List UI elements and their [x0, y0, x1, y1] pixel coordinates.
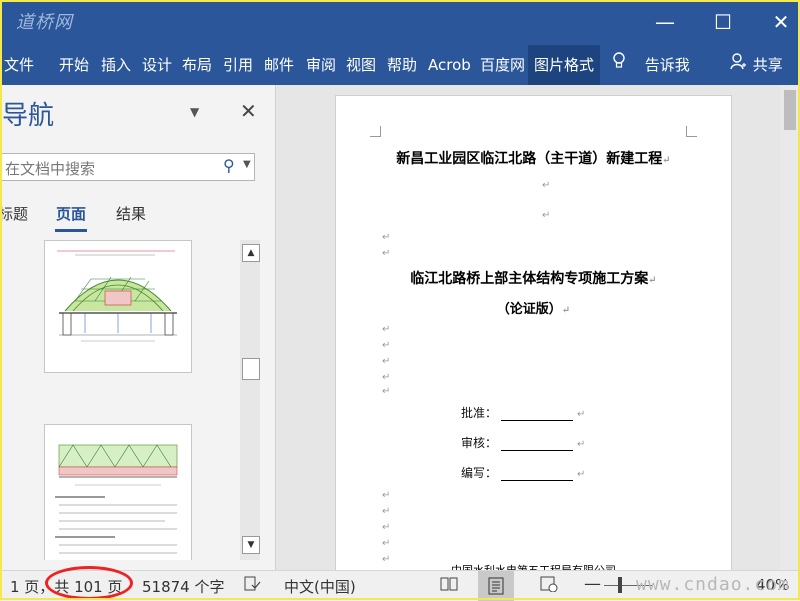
paragraph-mark: ↵	[542, 180, 551, 191]
tab-home[interactable]: 开始	[59, 45, 89, 85]
tab-layout[interactable]: 布局	[182, 45, 212, 85]
minimize-button[interactable]: —	[648, 8, 682, 36]
tab-insert[interactable]: 插入	[101, 45, 131, 85]
watermark-logo: 道桥网	[16, 12, 73, 33]
nav-tab-results[interactable]: 结果	[116, 203, 146, 224]
scroll-down-button[interactable]: ▼	[242, 536, 260, 554]
footer-watermark: www.cndao.com	[636, 574, 790, 595]
paragraph-mark: ↵	[382, 538, 391, 549]
document-title: 临江北路桥上部主体结构专项施工方案↵	[410, 271, 657, 287]
paragraph-mark: ↵	[382, 340, 391, 351]
tab-file[interactable]: 文件	[4, 45, 34, 85]
web-layout-icon[interactable]	[540, 576, 558, 596]
title-bar: 道桥网 — ☐ ✕	[0, 0, 800, 45]
tab-design[interactable]: 设计	[142, 45, 172, 85]
scroll-up-button[interactable]: ▲	[242, 244, 260, 262]
thumbnail-scrollbar[interactable]: ▲ ▼	[240, 240, 260, 560]
document-page[interactable]: 新昌工业园区临江北路（主干道）新建工程↵ ↵ ↵ ↵ ↵ 临江北路桥上部主体结构…	[335, 95, 732, 572]
paragraph-mark: ↵	[382, 356, 391, 367]
nav-options-dropdown[interactable]: ▼	[190, 105, 199, 119]
tab-baidu[interactable]: 百度网	[480, 45, 525, 85]
share-label: 共享	[752, 56, 783, 74]
paragraph-mark: ↵	[382, 490, 391, 501]
project-name: 新昌工业园区临江北路（主干道）新建工程↵	[396, 151, 671, 167]
author-field: 编写： ↵	[461, 466, 586, 481]
read-mode-icon[interactable]	[440, 576, 458, 596]
approve-field: 批准： ↵	[461, 406, 586, 421]
review-field: 审核： ↵	[461, 436, 586, 451]
paragraph-mark: ↵	[382, 506, 391, 517]
page-thumbnail[interactable]	[44, 240, 192, 373]
print-layout-button[interactable]	[478, 571, 514, 601]
zoom-slider-thumb[interactable]	[618, 577, 622, 593]
page-thumbnails: 35	[0, 240, 240, 560]
tell-me-button[interactable]: 告诉我	[612, 45, 690, 85]
maximize-button[interactable]: ☐	[706, 8, 740, 36]
chevron-down-icon[interactable]: ▼	[243, 159, 251, 170]
ribbon-tabs: 文件 开始 插入 设计 布局 引用 邮件 审阅 视图 帮助 Acrob 百度网 …	[0, 45, 800, 85]
margin-corner-mark	[686, 126, 697, 137]
nav-close-button[interactable]: ✕	[240, 99, 257, 123]
document-subtitle: （论证版）↵	[496, 302, 571, 317]
paragraph-mark: ↵	[382, 522, 391, 533]
navigation-pane: 导航 ▼ ✕ 在文档中搜索 ⚲ ▼ 标题 页面 结果 ▲ ▼	[0, 85, 276, 570]
paragraph-mark: ↵	[382, 386, 391, 397]
paragraph-mark: ↵	[382, 372, 391, 383]
tab-review[interactable]: 审阅	[306, 45, 336, 85]
proofing-icon[interactable]	[244, 576, 262, 596]
margin-corner-mark	[370, 126, 381, 137]
tab-references[interactable]: 引用	[223, 45, 253, 85]
search-icon[interactable]: ⚲	[223, 156, 235, 175]
paragraph-mark: ↵	[382, 248, 391, 259]
paragraph-mark: ↵	[542, 210, 551, 221]
paragraph-mark: ↵	[382, 324, 391, 335]
page-thumbnail[interactable]	[44, 424, 192, 560]
word-count[interactable]: 51874 个字	[142, 576, 225, 597]
highlight-oval	[45, 566, 133, 600]
search-input[interactable]: 在文档中搜索 ⚲ ▼	[0, 153, 255, 181]
share-button[interactable]: 共享	[730, 45, 783, 85]
close-button[interactable]: ✕	[764, 8, 798, 36]
tab-view[interactable]: 视图	[346, 45, 376, 85]
nav-tab-pages[interactable]: 页面	[56, 203, 86, 224]
tab-help[interactable]: 帮助	[387, 45, 417, 85]
nav-title: 导航	[2, 101, 55, 131]
lightbulb-icon	[612, 45, 626, 85]
tell-me-label: 告诉我	[644, 56, 690, 74]
search-placeholder: 在文档中搜索	[5, 160, 96, 178]
paragraph-mark: ↵	[382, 232, 391, 243]
zoom-out-button[interactable]: —	[584, 574, 601, 594]
document-scroll-thumb[interactable]	[784, 90, 796, 130]
active-tab-underline	[55, 229, 87, 232]
tab-mailings[interactable]: 邮件	[264, 45, 294, 85]
scroll-thumb[interactable]	[242, 358, 260, 380]
tab-acrobat[interactable]: Acrob	[428, 45, 471, 85]
person-icon	[730, 45, 748, 85]
document-scrollbar[interactable]	[780, 85, 800, 570]
nav-tab-headings[interactable]: 标题	[0, 203, 28, 224]
language-indicator[interactable]: 中文(中国)	[284, 576, 356, 597]
tab-picture-format[interactable]: 图片格式	[528, 45, 601, 85]
